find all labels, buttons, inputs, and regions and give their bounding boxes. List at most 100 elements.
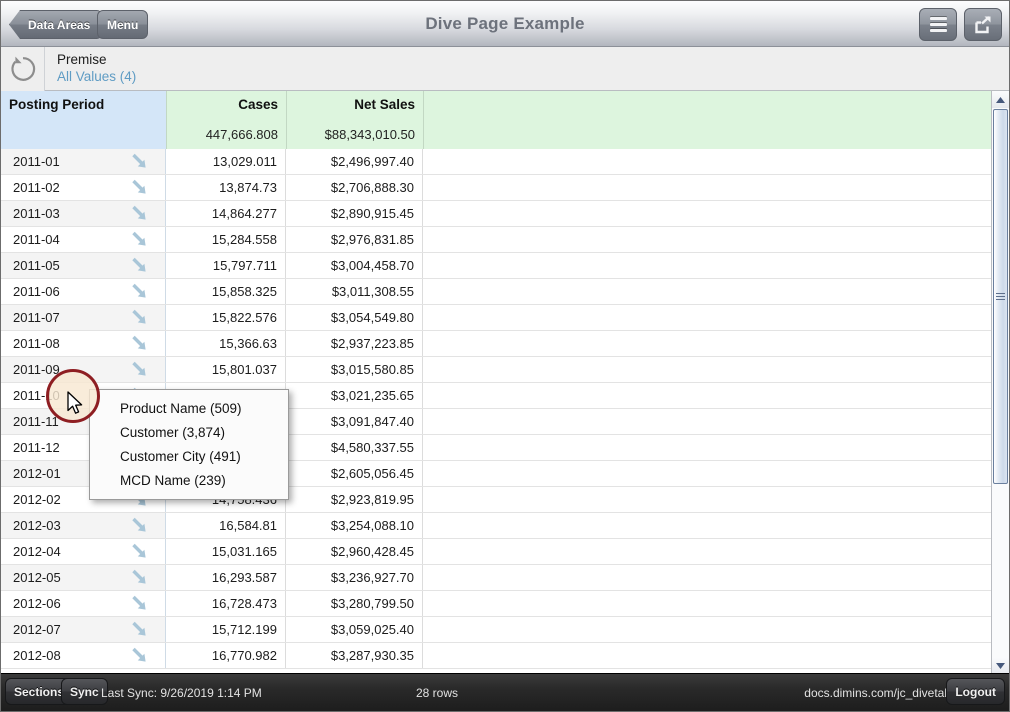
column-header-measure-2[interactable]: Net Sales $88,343,010.50 xyxy=(286,91,423,149)
cell-cases[interactable]: 14,864.277 xyxy=(166,201,286,226)
cell-net-sales[interactable]: $2,496,997.40 xyxy=(286,149,423,174)
cell-cases[interactable]: 13,029.011 xyxy=(166,149,286,174)
cell-posting-period[interactable]: 2012-07 xyxy=(1,617,166,642)
cell-net-sales[interactable]: $3,015,580.85 xyxy=(286,357,423,382)
logout-button[interactable]: Logout xyxy=(946,678,1005,705)
table-row[interactable]: 2011-07 15,822.576 $3,054,549.80 xyxy=(1,305,991,331)
dive-down-arrow-icon[interactable] xyxy=(131,283,151,304)
scroll-down-button[interactable] xyxy=(992,657,1009,674)
table-row[interactable]: 2012-06 16,728.473 $3,280,799.50 xyxy=(1,591,991,617)
cell-net-sales[interactable]: $3,254,088.10 xyxy=(286,513,423,538)
application-window: Data Areas Menu Dive Page Example Premis… xyxy=(0,0,1010,712)
cell-cases[interactable]: 15,031.165 xyxy=(166,539,286,564)
cell-posting-period[interactable]: 2011-07 xyxy=(1,305,166,330)
cell-cases[interactable]: 15,797.711 xyxy=(166,253,286,278)
cell-posting-period[interactable]: 2011-08 xyxy=(1,331,166,356)
table-row[interactable]: 2011-06 15,858.325 $3,011,308.55 xyxy=(1,279,991,305)
cell-net-sales[interactable]: $3,059,025.40 xyxy=(286,617,423,642)
dive-down-arrow-icon[interactable] xyxy=(131,257,151,278)
table-row[interactable]: 2011-03 14,864.277 $2,890,915.45 xyxy=(1,201,991,227)
dive-down-arrow-icon[interactable] xyxy=(131,517,151,538)
cell-cases[interactable]: 15,712.199 xyxy=(166,617,286,642)
context-menu-item[interactable]: MCD Name (239) xyxy=(90,468,288,492)
dive-down-arrow-icon[interactable] xyxy=(131,179,151,200)
scroll-up-button[interactable] xyxy=(992,91,1009,108)
cell-net-sales[interactable]: $3,021,235.65 xyxy=(286,383,423,408)
cell-cases[interactable]: 15,801.037 xyxy=(166,357,286,382)
cell-cases[interactable]: 15,822.576 xyxy=(166,305,286,330)
dive-down-arrow-icon[interactable] xyxy=(131,309,151,330)
context-menu-item[interactable]: Product Name (509) xyxy=(90,396,288,420)
table-row[interactable]: 2011-05 15,797.711 $3,004,458.70 xyxy=(1,253,991,279)
cell-net-sales[interactable]: $3,236,927.70 xyxy=(286,565,423,590)
dive-down-arrow-icon[interactable] xyxy=(131,595,151,616)
vertical-scrollbar[interactable] xyxy=(991,91,1009,674)
cell-posting-period[interactable]: 2011-04 xyxy=(1,227,166,252)
cell-posting-period[interactable]: 2011-02 xyxy=(1,175,166,200)
column-header-dimension-0[interactable]: Posting Period xyxy=(1,91,166,149)
dive-down-arrow-icon[interactable] xyxy=(131,153,151,174)
cell-net-sales[interactable]: $3,280,799.50 xyxy=(286,591,423,616)
dive-context-menu[interactable]: Product Name (509) Customer (3,874) Custom… xyxy=(89,389,289,500)
dive-down-arrow-icon[interactable] xyxy=(131,335,151,356)
share-export-button[interactable] xyxy=(964,8,1002,41)
hamburger-menu-button[interactable] xyxy=(919,8,957,41)
cell-cases[interactable]: 15,284.558 xyxy=(166,227,286,252)
cell-cases[interactable]: 13,874.73 xyxy=(166,175,286,200)
data-areas-back-button[interactable]: Data Areas xyxy=(9,10,103,39)
refresh-button[interactable] xyxy=(1,46,45,91)
dive-down-arrow-icon[interactable] xyxy=(131,569,151,590)
cell-posting-period[interactable]: 2012-03 xyxy=(1,513,166,538)
cell-net-sales[interactable]: $2,923,819.95 xyxy=(286,487,423,512)
cell-cases[interactable]: 16,584.81 xyxy=(166,513,286,538)
table-row[interactable]: 2011-01 13,029.011 $2,496,997.40 xyxy=(1,149,991,175)
scrollbar-thumb[interactable] xyxy=(993,109,1008,484)
cell-net-sales[interactable]: $3,004,458.70 xyxy=(286,253,423,278)
cell-cases[interactable]: 16,293.587 xyxy=(166,565,286,590)
cell-posting-period[interactable]: 2011-06 xyxy=(1,279,166,304)
posting-period-label: 2011-11 xyxy=(13,414,59,429)
menu-button[interactable]: Menu xyxy=(97,10,149,39)
cell-posting-period[interactable]: 2012-05 xyxy=(1,565,166,590)
cell-net-sales[interactable]: $3,287,930.35 xyxy=(286,643,423,668)
cell-net-sales[interactable]: $2,605,056.45 xyxy=(286,461,423,486)
table-row[interactable]: 2012-03 16,584.81 $3,254,088.10 xyxy=(1,513,991,539)
cell-cases[interactable]: 16,728.473 xyxy=(166,591,286,616)
cell-net-sales[interactable]: $2,960,428.45 xyxy=(286,539,423,564)
column-header-measure-1[interactable]: Cases 447,666.808 xyxy=(166,91,286,149)
cell-net-sales[interactable]: $2,706,888.30 xyxy=(286,175,423,200)
cell-net-sales[interactable]: $3,091,847.40 xyxy=(286,409,423,434)
table-row[interactable]: 2011-08 15,366.63 $2,937,223.85 xyxy=(1,331,991,357)
cell-net-sales[interactable]: $2,937,223.85 xyxy=(286,331,423,356)
table-row[interactable]: 2012-05 16,293.587 $3,236,927.70 xyxy=(1,565,991,591)
cell-posting-period[interactable]: 2011-03 xyxy=(1,201,166,226)
cell-net-sales[interactable]: $2,890,915.45 xyxy=(286,201,423,226)
cell-net-sales[interactable]: $3,054,549.80 xyxy=(286,305,423,330)
cell-posting-period[interactable]: 2012-08 xyxy=(1,643,166,668)
cell-posting-period[interactable]: 2011-05 xyxy=(1,253,166,278)
cell-cases[interactable]: 15,366.63 xyxy=(166,331,286,356)
table-row[interactable]: 2011-04 15,284.558 $2,976,831.85 xyxy=(1,227,991,253)
context-menu-item[interactable]: Customer City (491) xyxy=(90,444,288,468)
table-row[interactable]: 2011-02 13,874.73 $2,706,888.30 xyxy=(1,175,991,201)
cell-net-sales[interactable]: $4,580,337.55 xyxy=(286,435,423,460)
table-row[interactable]: 2011-09 15,801.037 $3,015,580.85 xyxy=(1,357,991,383)
cell-posting-period[interactable]: 2011-01 xyxy=(1,149,166,174)
dive-down-arrow-icon[interactable] xyxy=(131,205,151,226)
cell-cases[interactable]: 15,858.325 xyxy=(166,279,286,304)
cell-net-sales[interactable]: $3,011,308.55 xyxy=(286,279,423,304)
cell-posting-period[interactable]: 2012-06 xyxy=(1,591,166,616)
dive-down-arrow-icon[interactable] xyxy=(131,231,151,252)
dive-down-arrow-icon[interactable] xyxy=(131,647,151,668)
dive-down-arrow-icon[interactable] xyxy=(131,361,151,382)
cell-cases[interactable]: 16,770.982 xyxy=(166,643,286,668)
cell-posting-period[interactable]: 2012-04 xyxy=(1,539,166,564)
context-menu-item[interactable]: Customer (3,874) xyxy=(90,420,288,444)
dive-down-arrow-icon[interactable] xyxy=(131,621,151,642)
cell-net-sales[interactable]: $2,976,831.85 xyxy=(286,227,423,252)
dive-down-arrow-icon[interactable] xyxy=(131,543,151,564)
table-row[interactable]: 2012-08 16,770.982 $3,287,930.35 xyxy=(1,643,991,669)
table-row[interactable]: 2012-07 15,712.199 $3,059,025.40 xyxy=(1,617,991,643)
premise-value-link[interactable]: All Values (4) xyxy=(57,69,136,85)
table-row[interactable]: 2012-04 15,031.165 $2,960,428.45 xyxy=(1,539,991,565)
